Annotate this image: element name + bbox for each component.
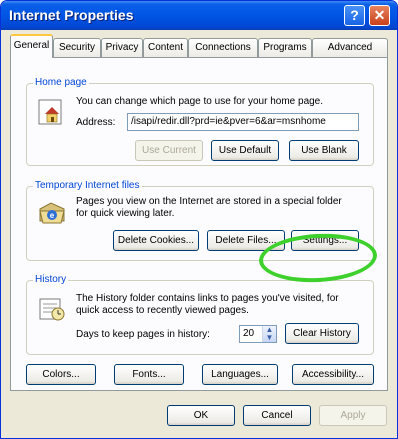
delete-files-button[interactable]: Delete Files... (207, 230, 285, 251)
history-group: History The History folder contains link… (26, 274, 374, 355)
home-page-description: You can change which page to use for you… (76, 96, 324, 107)
ok-button[interactable]: OK (167, 405, 235, 426)
address-input[interactable]: /isapi/redir.dll?prd=ie&pver=6&ar=msnhom… (127, 113, 359, 131)
accessibility-button[interactable]: Accessibility... (292, 364, 374, 385)
tab-general[interactable]: General (10, 34, 53, 58)
apply-button[interactable]: Apply (319, 405, 387, 426)
temporary-files-description-2: for quick viewing later. (76, 208, 175, 219)
days-input[interactable]: 20 ▲ ▼ (239, 325, 277, 343)
tab-connections[interactable]: Connections (188, 38, 258, 57)
history-icon (39, 298, 65, 321)
history-description-2: quick access to recently viewed pages. (76, 305, 249, 316)
home-page-icon (38, 99, 62, 125)
use-blank-button[interactable]: Use Blank (289, 140, 359, 161)
languages-button[interactable]: Languages... (202, 364, 278, 385)
cancel-button[interactable]: Cancel (243, 405, 311, 426)
svg-text:e: e (50, 211, 55, 220)
internet-properties-window: Internet Properties ? ✕ General Security… (0, 0, 398, 439)
window-title: Internet Properties (9, 7, 134, 23)
use-current-button[interactable]: Use Current (135, 140, 203, 161)
tab-advanced[interactable]: Advanced (312, 38, 388, 57)
fonts-button[interactable]: Fonts... (114, 364, 184, 385)
home-page-group: Home page You can change which page to u… (26, 77, 374, 166)
general-tab-panel: Home page You can change which page to u… (10, 57, 388, 391)
temporary-files-description-1: Pages you view on the Internet are store… (76, 196, 342, 207)
clear-history-button[interactable]: Clear History (285, 323, 359, 344)
colors-button[interactable]: Colors... (26, 364, 96, 385)
temporary-files-group: Temporary Internet files e Pages you vie… (26, 180, 374, 261)
days-value: 20 (243, 328, 255, 339)
days-spinner[interactable]: ▲ ▼ (262, 326, 276, 342)
days-label: Days to keep pages in history: (76, 329, 210, 340)
help-button[interactable]: ? (344, 5, 365, 26)
tab-content[interactable]: Content (143, 38, 188, 57)
tab-security[interactable]: Security (53, 38, 101, 57)
settings-button[interactable]: Settings... (291, 230, 359, 251)
tab-programs[interactable]: Programs (258, 38, 312, 57)
use-default-button[interactable]: Use Default (211, 140, 279, 161)
close-button[interactable]: ✕ (369, 5, 390, 26)
home-page-group-label: Home page (33, 77, 89, 88)
history-group-label: History (33, 274, 69, 285)
title-bar[interactable]: Internet Properties ? ✕ (1, 1, 397, 30)
temp-files-icon: e (39, 202, 65, 224)
history-description-1: The History folder contains links to pag… (76, 293, 339, 304)
address-label: Address: (76, 117, 116, 128)
temporary-files-group-label: Temporary Internet files (33, 180, 142, 191)
tab-privacy[interactable]: Privacy (101, 38, 143, 57)
delete-cookies-button[interactable]: Delete Cookies... (113, 230, 199, 251)
